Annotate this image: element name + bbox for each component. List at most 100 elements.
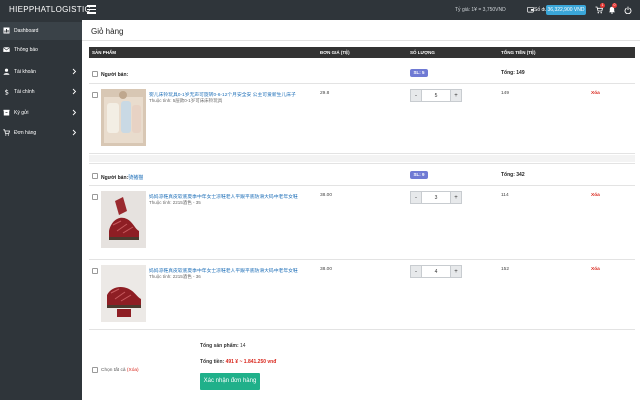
row-divider [89,185,635,186]
seller-row: Người bán: SL: 5 Tổng: 149 [89,69,635,81]
sidebar: Dashboard Thông báo Tài khoản $ Tài chín… [0,20,82,400]
menu-toggle-icon[interactable] [87,5,96,14]
chevron-right-icon [72,88,77,95]
bell-badge: 0 [612,3,617,8]
product-thumbnail[interactable] [101,265,146,322]
sidebar-item-orders[interactable]: Đơn hàng [0,124,82,142]
seller-total: Tổng: 342 [501,172,525,178]
select-all-checkbox[interactable] [92,367,98,373]
decrease-button[interactable]: - [410,265,422,278]
sidebar-item-consign[interactable]: Ký gửi [0,104,82,122]
row-divider [89,83,635,84]
brand-logo[interactable]: HIEPPHATLOGISTIC [9,5,91,14]
item-checkbox[interactable] [92,268,98,274]
cart-icon [3,129,10,136]
unit-price: 29.8 [320,91,330,96]
dollar-icon: $ [5,88,9,95]
delete-item-link[interactable]: Xóa [591,267,600,272]
sidebar-item-finance[interactable]: $ Tài chính [0,83,82,101]
seller-name-link[interactable]: 骑猪猫 [128,175,143,181]
chevron-right-icon [72,109,77,116]
decrease-button[interactable]: - [410,191,422,204]
select-all-label: Chọn tất cả (Xóa) [101,368,139,373]
user-icon [3,68,10,75]
seller-name: Người bán:骑猪猫 [101,175,144,181]
delete-item-link[interactable]: Xóa [591,91,600,96]
seller-name: Người bán: [101,72,129,78]
row-divider [89,163,635,164]
item-subtotal: 152 [501,267,510,272]
seller-checkbox[interactable] [92,71,98,77]
header-product: SẢN PHẨM [92,50,117,55]
unit-price: 38.00 [320,193,333,198]
sidebar-item-label: Đơn hàng [14,130,37,136]
item-checkbox[interactable] [92,92,98,98]
sidebar-item-label: Ký gửi [14,110,29,116]
envelope-icon [3,47,10,52]
item-subtotal: 149 [501,91,510,96]
row-divider [89,329,635,330]
sidebar-item-label: Thông báo [14,47,38,53]
header-quantity: SỐ LƯỢNG [410,50,435,55]
item-checkbox[interactable] [92,194,98,200]
product-name-link[interactable]: 妈妈凉鞋真皮软底夏季中年女士凉鞋老人平跟平底防滑大码中老年女鞋 [149,193,299,200]
seller-quantity-badge: SL: 9 [410,171,428,179]
total-money-value: 491 ¥ ~ 1.841.250 vnđ [225,359,277,365]
product-name-link[interactable]: 婴儿床铃玩具0-1岁无声可旋转0-6-12个月安全安 公主可爱新生儿床子 [149,91,299,98]
header-price: ĐƠN GIÁ (TỆ) [320,50,350,55]
cart-item: 妈妈凉鞋真皮软底夏季中年女士凉鞋老人平跟平底防滑大码中老年女鞋 Thuộc tí… [89,191,635,251]
quantity-stepper: - 5 + [410,89,462,102]
sidebar-item-notifications[interactable]: Thông báo [0,41,82,59]
product-attributes: Thuộc tính: 5层款0-1岁可床床铃玩具 [149,98,223,103]
confirm-order-button[interactable]: Xác nhận đơn hàng [200,373,260,390]
seller-checkbox[interactable] [92,173,98,179]
sidebar-item-label: Tài chính [14,89,35,95]
sidebar-item-label: Tài khoản [14,69,36,75]
cart-badge: 1 [600,3,605,8]
sidebar-item-dashboard[interactable]: Dashboard [0,22,82,40]
quantity-input[interactable]: 4 [422,265,450,278]
sidebar-item-account[interactable]: Tài khoản [0,63,82,81]
delete-item-link[interactable]: Xóa [591,193,600,198]
total-products: Tổng sản phẩm: 14 [200,343,246,349]
sidebar-item-label: Dashboard [14,28,39,34]
decrease-button[interactable]: - [410,89,422,102]
table-header: SẢN PHẨM ĐƠN GIÁ (TỆ) SỐ LƯỢNG TỔNG TIỀN… [89,47,635,58]
chevron-right-icon [72,68,77,75]
balance-value[interactable]: 36,322,900 VND [546,5,586,15]
total-products-value: 14 [240,343,246,349]
item-subtotal: 114 [501,193,509,198]
svg-text:$: $ [5,88,9,95]
product-thumbnail[interactable] [101,89,146,146]
dashboard-icon [3,27,10,34]
product-name-link[interactable]: 妈妈凉鞋真皮软底夏季中年女士凉鞋老人平跟平底防滑大码中老年女鞋 [149,267,299,274]
increase-button[interactable]: + [450,265,462,278]
increase-button[interactable]: + [450,89,462,102]
box-icon [3,109,10,116]
quantity-input[interactable]: 3 [422,191,450,204]
delete-selected-link[interactable]: (Xóa) [127,368,139,373]
row-divider [89,153,635,154]
product-attributes: Thuộc tính: 2215酒色 - 35 [149,200,201,205]
quantity-stepper: - 4 + [410,265,462,278]
unit-price: 38.00 [320,267,333,272]
title-divider [82,40,640,41]
exchange-rate: Tỷ giá: 1¥ = 3,750VND [455,7,506,13]
increase-button[interactable]: + [450,191,462,204]
cart-item: 妈妈凉鞋真皮软底夏季中年女士凉鞋老人平跟平底防滑大码中老年女鞋 Thuộc tí… [89,265,635,325]
quantity-stepper: - 3 + [410,191,462,204]
total-money: Tổng tiền: 491 ¥ ~ 1.841.250 vnđ [200,359,277,365]
seller-quantity-badge: SL: 5 [410,69,428,77]
chevron-right-icon [72,129,77,136]
wallet-icon [527,6,534,13]
seller-total: Tổng: 149 [501,70,525,76]
quantity-input[interactable]: 5 [422,89,450,102]
product-thumbnail[interactable] [101,191,146,248]
row-divider [89,259,635,260]
seller-separator [89,155,635,162]
power-icon[interactable] [624,6,632,14]
header-total: TỔNG TIỀN (TỆ) [501,50,536,55]
seller-row: Người bán:骑猪猫 SL: 9 Tổng: 342 [89,171,635,183]
cart-item: 婴儿床铃玩具0-1岁无声可旋转0-6-12个月安全安 公主可爱新生儿床子 Thu… [89,89,635,149]
product-attributes: Thuộc tính: 2215酒色 - 36 [149,274,201,279]
